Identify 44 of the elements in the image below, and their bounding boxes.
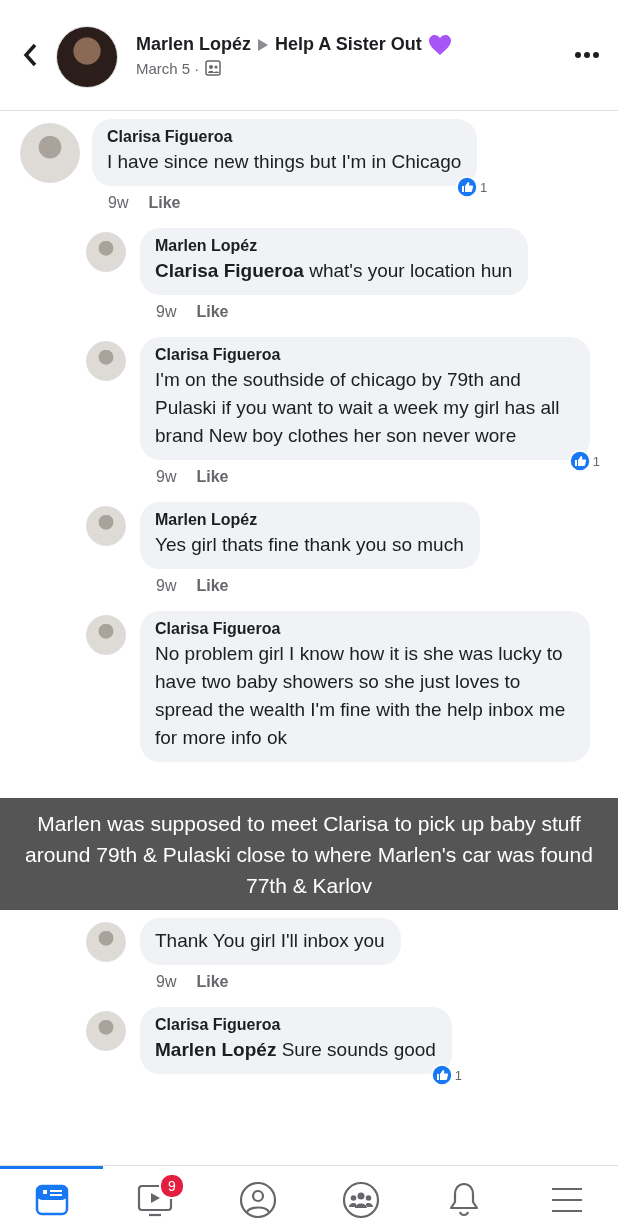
comment-author[interactable]: Clarisa Figueroa	[155, 346, 574, 364]
comment-time: 9w	[156, 303, 177, 322]
like-link[interactable]: Like	[196, 577, 229, 601]
group-name[interactable]: Help A Sister Out	[275, 34, 422, 55]
comment-time: 9w	[156, 577, 177, 596]
like-link[interactable]: Like	[148, 194, 181, 218]
news-feed-icon	[34, 1183, 69, 1216]
bell-icon	[447, 1180, 480, 1219]
comment-text: Thank You girl I'll inbox you	[155, 929, 385, 953]
like-link[interactable]: Like	[196, 303, 229, 327]
comment-text: Yes girl thats fine thank you so much	[155, 533, 464, 557]
author-name[interactable]: Marlen Lopéz	[136, 34, 251, 55]
comment-author[interactable]: Marlen Lopéz	[155, 511, 464, 529]
groups-icon	[341, 1180, 380, 1219]
comment-text: No problem girl I know how it is she was lucky to have two baby showers so she just loves to spread the wealth I'm fine with the help inbox me for more info ok	[155, 642, 567, 750]
like-count: 1	[480, 179, 488, 195]
comment-author[interactable]: Clarisa Figueroa	[155, 1016, 436, 1034]
like-count: 1	[454, 1067, 462, 1083]
comment-text: Clarisa Figueroa what's your location hun	[155, 259, 513, 283]
caption-text: Marlen was supposed to meet Clarisa to pick up baby stuff around 79th & Pulaski close to where Marlen's car was found 77th & Karlov	[24, 810, 594, 899]
comment-time: 9w	[156, 468, 177, 487]
like-link[interactable]: Like	[196, 468, 229, 492]
more-icon[interactable]	[574, 51, 600, 59]
arrow-icon	[257, 37, 269, 52]
comment-time: 9w	[108, 194, 129, 213]
comment-author[interactable]: Clarisa Figueroa	[155, 620, 574, 638]
back-icon[interactable]	[22, 42, 38, 68]
notification-badge: 9	[159, 1173, 185, 1199]
comment-author[interactable]: Clarisa Figueroa	[107, 128, 462, 146]
thumbs-up-icon	[430, 1064, 453, 1086]
post-date: March 5 ·	[136, 59, 200, 77]
like-count: 1	[592, 453, 600, 469]
nav-tab[interactable]: 9	[103, 1166, 206, 1230]
profile-icon	[238, 1180, 277, 1219]
heart-icon	[427, 33, 452, 56]
comment-text: I'm on the southside of chicago by 79th and Pulaski if you want to wait a week my girl has all brand New boy clothes her son never wore	[155, 368, 561, 448]
comment-author[interactable]: Marlen Lopéz	[155, 237, 513, 255]
group-privacy-icon	[205, 60, 222, 76]
thumbs-up-icon	[456, 176, 479, 198]
comment-text: Marlen Lopéz Sure sounds good	[155, 1038, 436, 1062]
comment-time: 9w	[156, 973, 177, 992]
like-link[interactable]: Like	[196, 973, 229, 997]
comment-text: I have since new things but I'm in Chicago	[107, 150, 462, 174]
thumbs-up-icon	[568, 450, 591, 472]
